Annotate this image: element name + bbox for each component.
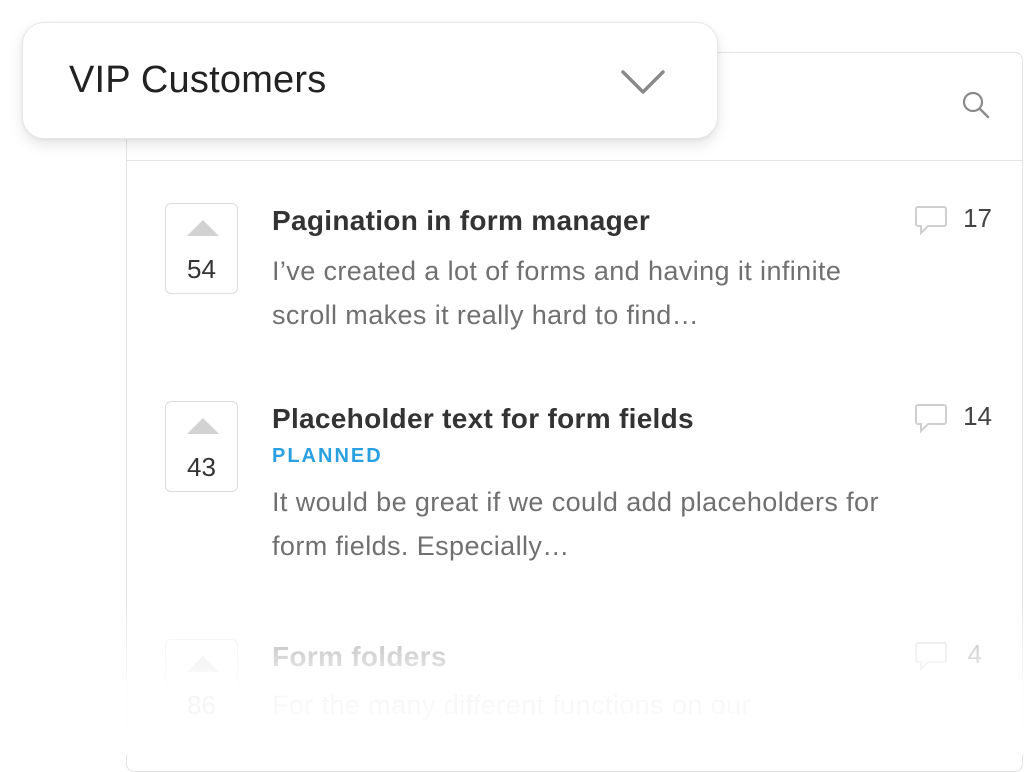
post-title[interactable]: Pagination in form manager: [272, 203, 892, 239]
vote-count: 43: [187, 452, 216, 482]
search-icon[interactable]: [960, 89, 992, 121]
post-title[interactable]: Form folders: [272, 639, 892, 675]
upvote-arrow-icon: [187, 220, 219, 236]
comment-icon: [915, 642, 947, 671]
post-body: Form folders For the many different func…: [272, 639, 892, 727]
comment-counter: 14: [912, 401, 992, 435]
post-description: I’ve created a lot of forms and having i…: [272, 256, 842, 330]
post-body: Pagination in form manager I’ve created …: [272, 203, 892, 337]
comment-icon: [915, 206, 947, 235]
vote-count: 86: [187, 690, 216, 720]
comment-count: 14: [963, 401, 992, 431]
comment-count: 17: [963, 203, 992, 233]
post-title[interactable]: Placeholder text for form fields: [272, 401, 892, 437]
vote-count: 54: [187, 254, 216, 284]
upvote-button[interactable]: 86: [165, 639, 238, 730]
post-description: It would be great if we could add placeh…: [272, 487, 879, 561]
upvote-arrow-icon: [187, 656, 219, 672]
upvote-button[interactable]: 54: [165, 203, 238, 294]
status-badge: PLANNED: [272, 445, 383, 467]
comment-icon: [915, 404, 947, 433]
chevron-down-icon: [621, 70, 665, 94]
upvote-arrow-icon: [187, 418, 219, 434]
comment-count: 4: [967, 639, 982, 669]
post-description: For the many different functions on our: [272, 690, 751, 720]
dropdown-selected-value: VIP Customers: [69, 59, 327, 101]
segment-filter-dropdown[interactable]: VIP Customers: [22, 22, 718, 139]
upvote-button[interactable]: 43: [165, 401, 238, 492]
comment-counter: 4: [912, 639, 982, 673]
post-body: Placeholder text for form fields PLANNED…: [272, 401, 892, 568]
comment-counter: 17: [912, 203, 992, 237]
posts-panel: 54 Pagination in form manager I’ve creat…: [126, 52, 1023, 772]
